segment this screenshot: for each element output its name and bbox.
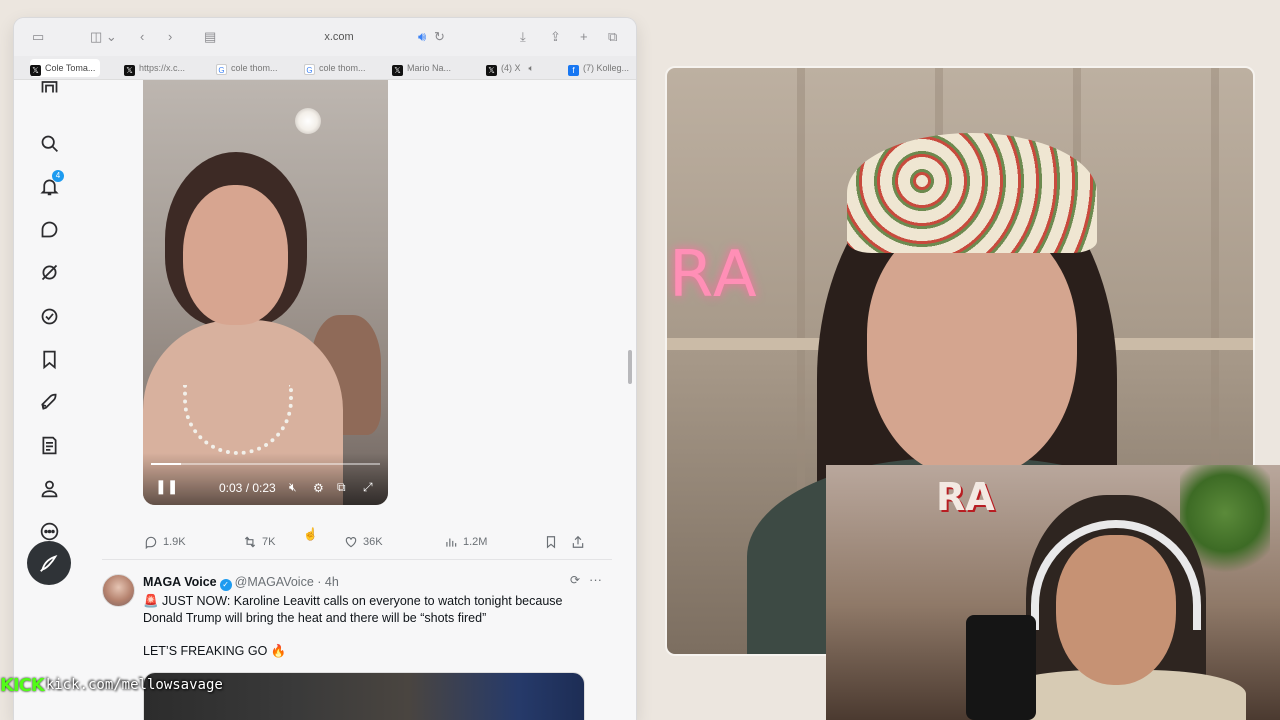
- forward-icon[interactable]: ›: [168, 29, 172, 45]
- kick-logo: KICK: [0, 674, 45, 696]
- floral-headband: [847, 133, 1097, 253]
- google-icon: G: [216, 64, 227, 75]
- bookmark-button[interactable]: [544, 535, 563, 549]
- compose-post-button[interactable]: [27, 541, 71, 585]
- tab-4[interactable]: 𝕏 Mario Na...: [392, 59, 462, 77]
- video-face: [183, 185, 288, 325]
- tab-muted-icon[interactable]: 🔈︎: [529, 63, 534, 73]
- tab-5[interactable]: 𝕏 (4) X 🔈︎: [486, 59, 556, 77]
- share-button[interactable]: [571, 535, 590, 549]
- premium-icon[interactable]: [38, 434, 60, 456]
- grok-icon[interactable]: [38, 80, 60, 96]
- avatar[interactable]: [102, 574, 135, 607]
- heart-icon: [345, 537, 357, 548]
- tab-0[interactable]: 𝕏 Cole Toma...: [30, 59, 100, 77]
- tab-1[interactable]: 𝕏https://x.c...: [124, 59, 194, 77]
- tabs-icon[interactable]: ⧉: [608, 29, 617, 45]
- tweet-text: 🚨 JUST NOW: Karoline Leavitt calls on ev…: [143, 594, 563, 625]
- views-button[interactable]: 1.2M: [444, 535, 487, 549]
- x-logo-icon: 𝕏: [30, 65, 41, 76]
- video-progress-fill: [151, 463, 181, 465]
- reply-button[interactable]: 1.9K: [144, 535, 186, 549]
- profile-icon[interactable]: [38, 477, 60, 499]
- tweet-text-2: LET’S FREAKING GO 🔥: [143, 644, 287, 658]
- video-lamp: [295, 108, 321, 134]
- facebook-icon: f: [568, 65, 579, 76]
- mute-icon[interactable]: 🔇︎: [289, 480, 297, 495]
- fullscreen-icon[interactable]: ⤢: [363, 480, 373, 495]
- video-time: 0:03 / 0:23: [219, 481, 276, 495]
- like-button[interactable]: 36K: [344, 535, 383, 549]
- more-icon[interactable]: [38, 520, 60, 542]
- grok-circle-icon[interactable]: [38, 261, 60, 283]
- notifications-badge: 4: [52, 170, 64, 182]
- google-icon: G: [304, 64, 315, 75]
- webcam-streamer-feed: RA: [826, 465, 1280, 720]
- neon-sign: RA: [669, 238, 759, 312]
- microphone: [966, 615, 1036, 720]
- audio-playing-icon[interactable]: 🔊︎: [418, 29, 426, 45]
- back-icon[interactable]: ‹: [140, 29, 144, 45]
- grok-explain-icon[interactable]: ⟳: [570, 573, 580, 587]
- video-progress-bar[interactable]: [151, 463, 380, 465]
- tweet-author-handle[interactable]: @MAGAVoice: [235, 575, 314, 589]
- pause-icon[interactable]: ❚❚: [155, 478, 178, 495]
- streamer-sign: RA: [936, 475, 995, 519]
- video-controls: ❚❚ 0:03 / 0:23 🔇︎ ⚙ ⧉ ⤢: [143, 453, 388, 505]
- tweet-author-name[interactable]: MAGA Voice: [143, 575, 217, 589]
- messages-icon[interactable]: [38, 218, 60, 240]
- picture-in-picture-icon[interactable]: ⧉: [337, 480, 346, 495]
- x-logo-icon: 𝕏: [486, 65, 497, 76]
- x-logo-icon: 𝕏: [392, 65, 403, 76]
- tweet-header: MAGA Voice ✓ @MAGAVoice · 4h: [143, 575, 593, 591]
- scrollbar-thumb[interactable]: [628, 350, 632, 384]
- share-icon[interactable]: ⇪: [550, 29, 561, 45]
- address-bar[interactable]: x.com: [214, 27, 464, 48]
- browser-window: ▭ ◫ ⌄ ‹ › ▤ x.com 🔊︎ ↻ ⤓ ⇪ + ⧉ 𝕏 Cole Tom…: [14, 18, 636, 720]
- mouse-cursor-icon: ☝: [303, 527, 318, 541]
- tab-overview-icon[interactable]: ◫ ⌄: [90, 29, 117, 45]
- reload-icon[interactable]: ↻: [434, 29, 445, 45]
- tab-6[interactable]: f (7) Kolleg...: [568, 59, 634, 77]
- x-logo-icon: 𝕏: [124, 65, 135, 76]
- rocket-icon[interactable]: [38, 391, 60, 413]
- browser-toolbar: ▭ ◫ ⌄ ‹ › ▤ x.com 🔊︎ ↻ ⤓ ⇪ + ⧉: [14, 18, 636, 56]
- kick-channel-url: kick.com/mellowsavage: [45, 677, 223, 693]
- tab-2[interactable]: Gcole thom...: [216, 59, 286, 77]
- sidebar-toggle-icon[interactable]: ▭: [32, 29, 44, 45]
- search-icon[interactable]: [38, 132, 60, 154]
- compose-icon: [40, 554, 58, 572]
- tweet-divider: [102, 559, 612, 560]
- more-options-icon[interactable]: ···: [589, 572, 602, 587]
- verified-badge-icon: ✓: [219, 579, 232, 591]
- repost-button[interactable]: 7K: [243, 535, 275, 549]
- views-icon: [446, 538, 457, 547]
- reply-icon: [145, 536, 157, 549]
- tweet-actions: 1.9K 7K 36K 1.2M: [144, 535, 594, 551]
- share-icon: [572, 535, 584, 548]
- sidebar-nav: 4: [14, 80, 86, 720]
- x-timeline-page: 4 ❚❚ 0:03 / 0:23 🔇︎ ⚙ ⧉ ⤢ 1.9K 7K 36K 1.…: [14, 80, 636, 720]
- settings-icon[interactable]: ⚙: [313, 481, 324, 495]
- repost-icon: [244, 536, 256, 548]
- notifications-icon[interactable]: 4: [38, 170, 64, 197]
- person-face: [867, 218, 1077, 478]
- kick-overlay: KICK kick.com/mellowsavage: [0, 674, 223, 696]
- download-icon[interactable]: ⤓: [520, 29, 526, 45]
- bookmarks-icon[interactable]: [38, 348, 60, 370]
- tweet-time[interactable]: · 4h: [317, 575, 339, 589]
- bookmark-icon: [546, 536, 556, 549]
- verified-orgs-icon[interactable]: [38, 305, 60, 327]
- tab-3[interactable]: Gcole thom...: [304, 59, 374, 77]
- tab-bar: 𝕏 Cole Toma... 𝕏https://x.c... Gcole thom…: [14, 56, 636, 80]
- tweet-video[interactable]: ❚❚ 0:03 / 0:23 🔇︎ ⚙ ⧉ ⤢: [143, 80, 388, 505]
- new-tab-icon[interactable]: +: [580, 29, 588, 45]
